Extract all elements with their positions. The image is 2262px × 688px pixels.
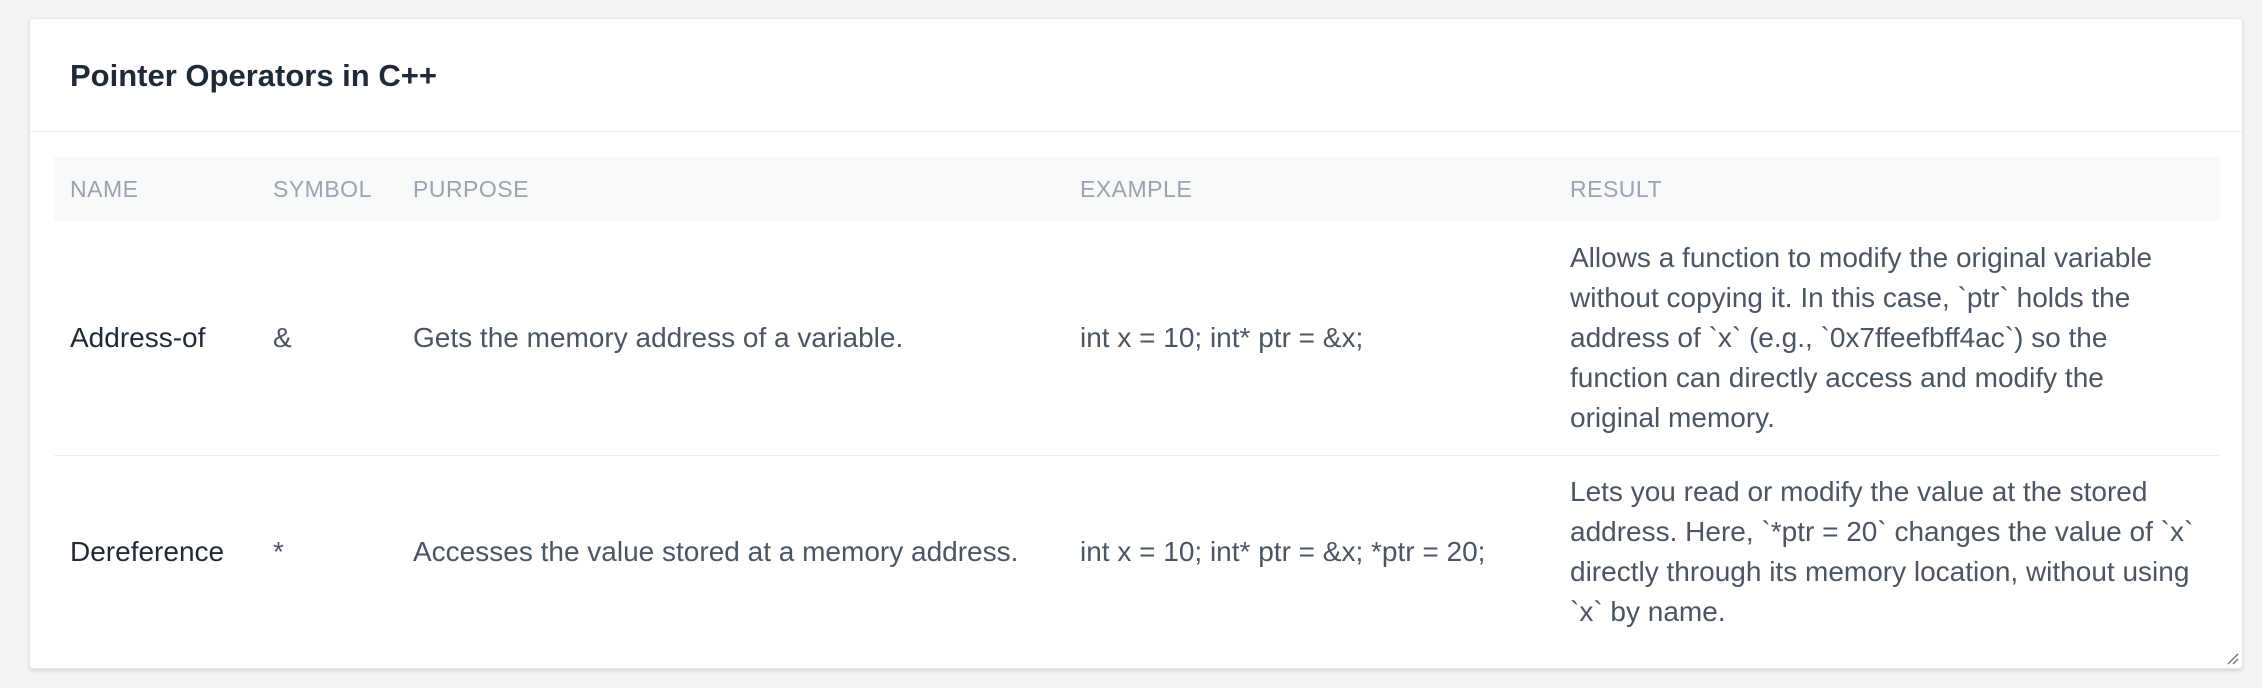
column-header-purpose: PURPOSE — [413, 175, 529, 202]
cell-purpose: Gets the memory address of a variable. — [397, 221, 1064, 456]
cell-purpose: Accesses the value stored at a memory ad… — [413, 536, 1019, 568]
cell-example: int x = 10; int* ptr = &x; *ptr = 20; — [1080, 536, 1486, 568]
column-header-result: RESULT — [1570, 175, 1663, 202]
cell-symbol: * — [273, 536, 284, 568]
column-header-symbol: SYMBOL — [273, 175, 372, 202]
cell-name: Address-of — [54, 221, 257, 456]
cell-name: Dereference — [70, 536, 225, 568]
card-title: Pointer Operators in C++ — [70, 58, 437, 93]
card-header: Pointer Operators in C++ — [30, 19, 2242, 132]
operators-table: NAME SYMBOL PURPOSE EXAMPLE RESULT Addre… — [54, 157, 2220, 649]
resize-grip-icon[interactable] — [2225, 651, 2239, 665]
cell-example: int x = 10; int* ptr = &x; — [1064, 221, 1554, 456]
cell-result: Allows a function to modify the original… — [1554, 221, 2220, 456]
column-header-example: EXAMPLE — [1080, 175, 1193, 202]
operators-table-container: NAME SYMBOL PURPOSE EXAMPLE RESULT Addre… — [54, 157, 2220, 649]
cell-symbol: & — [257, 221, 397, 456]
table-row: Address-of & Gets the memory address of … — [54, 221, 2220, 456]
pointer-operators-card: Pointer Operators in C++ NAME SYMBOL PUR… — [29, 18, 2243, 669]
table-header-row: NAME SYMBOL PURPOSE EXAMPLE RESULT — [54, 157, 2220, 221]
table-row: Dereference * Accesses the value stored … — [54, 455, 2220, 649]
cell-result: Lets you read or modify the value at the… — [1570, 476, 2194, 628]
column-header-name: NAME — [70, 175, 139, 202]
